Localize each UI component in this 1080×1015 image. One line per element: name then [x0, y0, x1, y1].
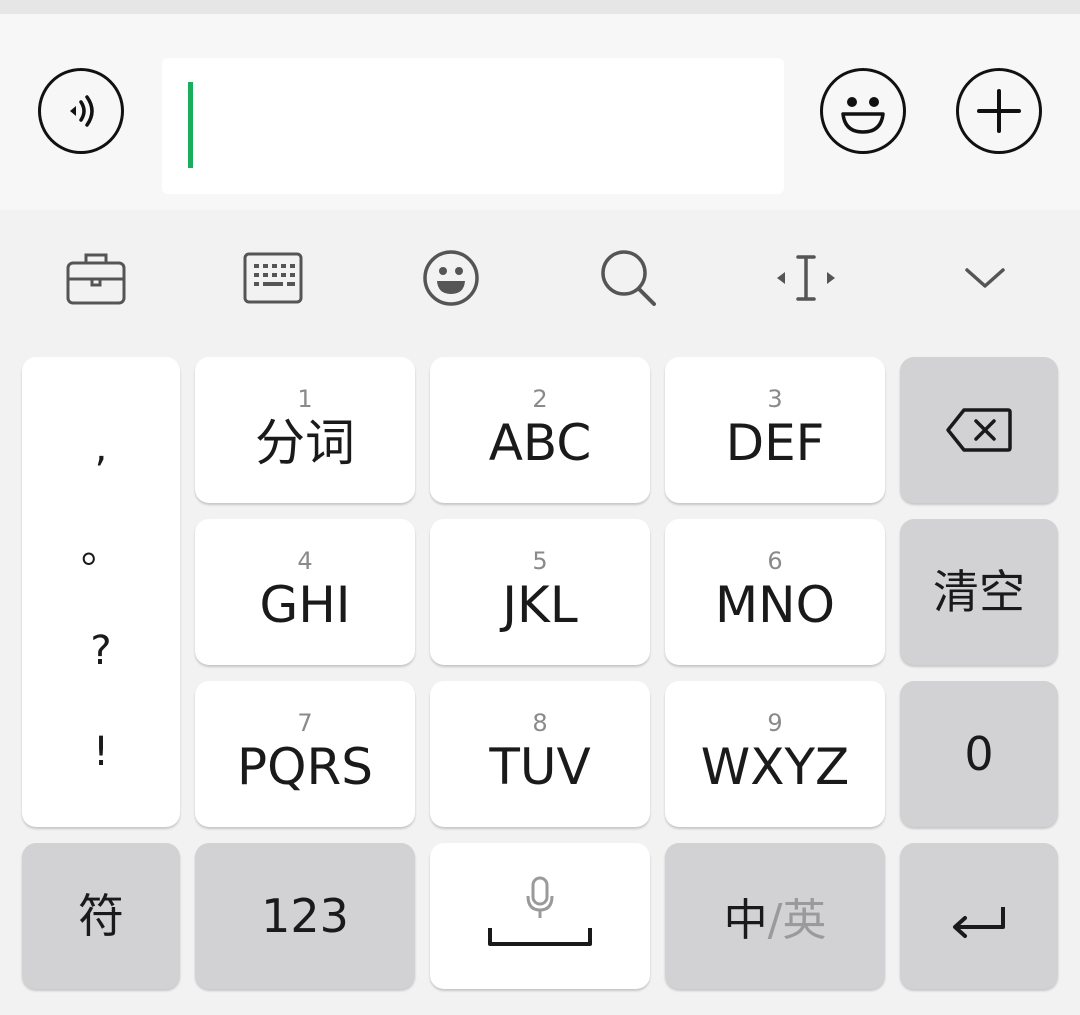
keyboard-emoji-button[interactable]	[416, 243, 486, 313]
key-7[interactable]: 7 PQRS	[195, 681, 415, 827]
language-switch-key[interactable]: 中/英	[665, 843, 885, 989]
keyboard-icon	[243, 252, 303, 304]
key-8-letters: TUV	[489, 738, 591, 796]
key-4-number: 4	[297, 547, 313, 575]
space-bar-icon	[488, 928, 592, 946]
enter-key[interactable]	[900, 843, 1058, 989]
key-6-number: 6	[767, 547, 783, 575]
ime-toolbar	[0, 210, 1080, 340]
top-divider	[0, 0, 1080, 14]
key-4[interactable]: 4 GHI	[195, 519, 415, 665]
key-1[interactable]: 1 分词	[195, 357, 415, 503]
chat-input-bar	[0, 14, 1080, 210]
key-1-letters: 分词	[255, 414, 355, 472]
lang-chinese: 中	[723, 895, 768, 946]
numeric-key[interactable]: 123	[195, 843, 415, 989]
key-5-number: 5	[532, 547, 548, 575]
voice-icon	[70, 95, 94, 127]
key-2-number: 2	[532, 385, 548, 413]
clear-key[interactable]: 清空	[900, 519, 1058, 665]
search-button[interactable]	[594, 243, 664, 313]
text-caret	[188, 82, 193, 168]
space-key[interactable]	[430, 843, 650, 989]
punctuation-column[interactable]: , 。 ? !	[22, 357, 180, 827]
backspace-key[interactable]	[900, 357, 1058, 503]
enter-icon	[953, 907, 1005, 938]
message-input[interactable]	[162, 58, 784, 194]
keyboard-switch-button[interactable]	[238, 243, 308, 313]
key-6-letters: MNO	[715, 576, 835, 634]
language-switch-label: 中/英	[724, 884, 827, 948]
lang-english: 英	[782, 895, 827, 946]
key-0[interactable]: 0	[900, 681, 1058, 827]
toolbox-icon	[66, 253, 126, 305]
key-3-letters: DEF	[725, 414, 825, 472]
punct-period[interactable]: 。	[81, 519, 121, 579]
key-7-letters: PQRS	[237, 738, 373, 796]
voice-toggle-button[interactable]	[38, 68, 124, 154]
emoji-button[interactable]	[820, 68, 906, 154]
key-9-letters: WXYZ	[700, 738, 850, 796]
clear-key-label: 清空	[933, 565, 1025, 619]
key-9-number: 9	[767, 709, 783, 737]
emoji-icon	[841, 97, 885, 134]
key-3[interactable]: 3 DEF	[665, 357, 885, 503]
collapse-keyboard-button[interactable]	[950, 243, 1020, 313]
key-5-letters: JKL	[502, 576, 578, 634]
key-0-label: 0	[964, 727, 994, 781]
toolbox-button[interactable]	[61, 243, 131, 313]
cursor-move-icon	[777, 255, 835, 301]
smiley-icon	[423, 250, 479, 306]
search-icon	[601, 250, 656, 306]
keyboard-keys: , 。 ? ! 1 分词 2 ABC 3 DEF 4 GHI 5 JKL 6 M…	[0, 340, 1080, 1015]
key-6[interactable]: 6 MNO	[665, 519, 885, 665]
plus-icon	[977, 89, 1021, 133]
key-2[interactable]: 2 ABC	[430, 357, 650, 503]
key-2-letters: ABC	[488, 414, 592, 472]
symbol-key[interactable]: 符	[22, 843, 180, 989]
key-1-number: 1	[297, 385, 313, 413]
key-7-number: 7	[297, 709, 313, 737]
punct-exclaim[interactable]: !	[93, 722, 109, 782]
microphone-icon	[526, 876, 554, 918]
punct-question[interactable]: ?	[90, 621, 111, 681]
key-8[interactable]: 8 TUV	[430, 681, 650, 827]
numeric-key-label: 123	[261, 889, 349, 943]
chevron-down-icon	[965, 268, 1005, 288]
backspace-icon	[946, 408, 1012, 452]
key-5[interactable]: 5 JKL	[430, 519, 650, 665]
key-9[interactable]: 9 WXYZ	[665, 681, 885, 827]
key-3-number: 3	[767, 385, 783, 413]
symbol-key-label: 符	[78, 889, 124, 943]
key-8-number: 8	[532, 709, 548, 737]
key-4-letters: GHI	[259, 576, 351, 634]
cursor-move-button[interactable]	[771, 243, 841, 313]
punct-comma[interactable]: ,	[95, 418, 108, 478]
lang-separator: /	[767, 895, 783, 946]
more-button[interactable]	[956, 68, 1042, 154]
